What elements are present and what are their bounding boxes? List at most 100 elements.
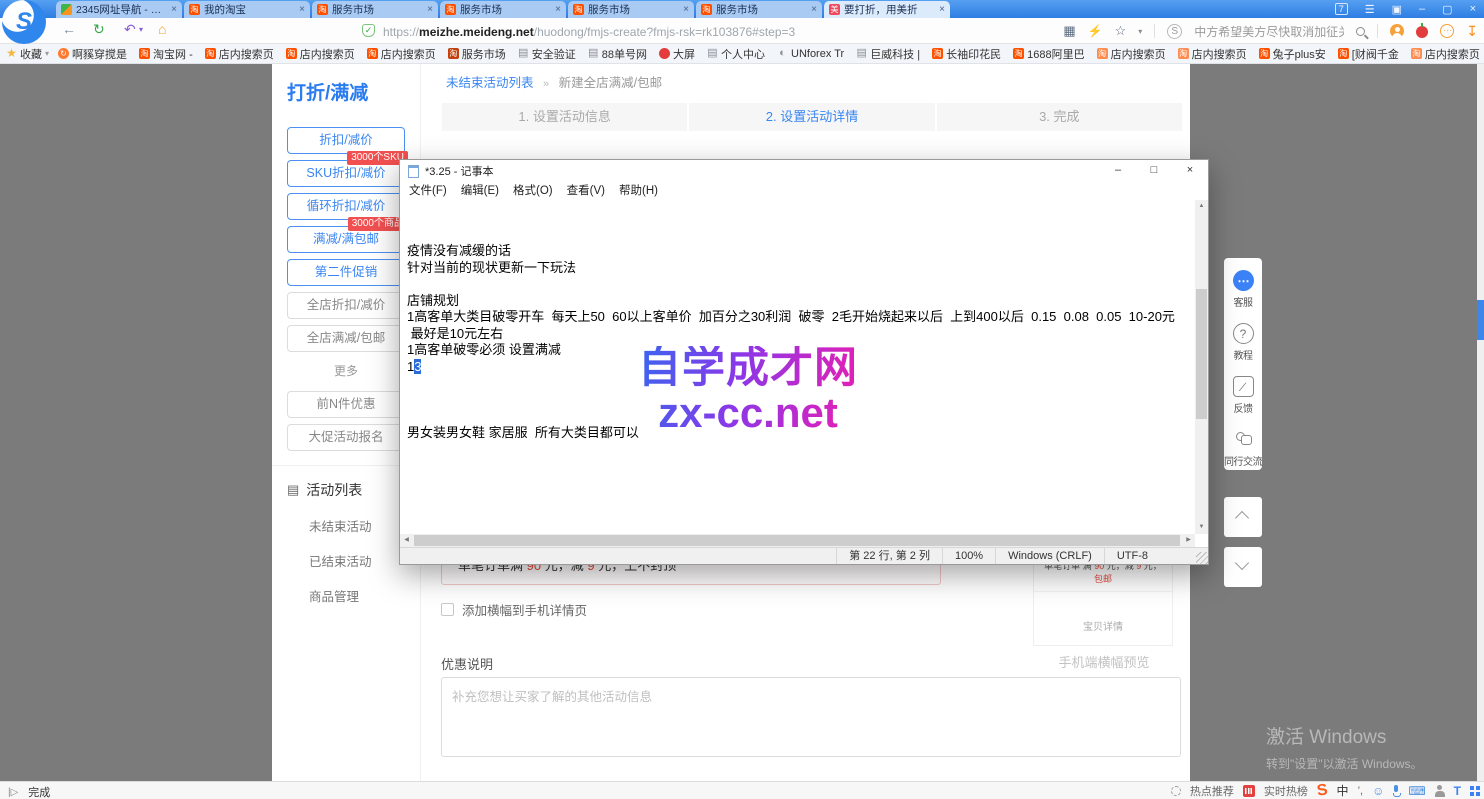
toolbox-grid-icon[interactable]	[1470, 786, 1480, 796]
bookmark-item[interactable]: 淘 服务市场	[448, 46, 509, 62]
scroll-bottom-button[interactable]	[1224, 547, 1262, 587]
maximize-button[interactable]: ▢	[1442, 3, 1452, 16]
tab-close-icon[interactable]: ×	[427, 4, 433, 15]
browser-tab[interactable]: 2345网址导航 - 致力于 ×	[56, 1, 182, 18]
emoji-icon[interactable]: ☺	[1372, 784, 1384, 798]
sidebar-promo-button[interactable]: 折扣/减价	[287, 127, 405, 154]
resize-grip[interactable]	[1196, 552, 1208, 564]
apple-icon[interactable]	[1416, 26, 1428, 38]
skin-icon[interactable]: T	[1454, 784, 1461, 798]
account-avatar-icon[interactable]	[1390, 24, 1404, 38]
bookmark-item[interactable]: 大屏	[659, 46, 698, 62]
sidebar-promo-button[interactable]: 更多	[287, 358, 405, 385]
scroll-down-arrow[interactable]: ▼	[1195, 521, 1208, 534]
bookmark-item[interactable]: ▤ 巨威科技 |	[856, 46, 923, 62]
sidebar-promo-button[interactable]: 满减/满包邮 3000个商品	[287, 226, 405, 253]
hot-recommend-label[interactable]: 热点推荐	[1190, 783, 1234, 799]
note-textarea[interactable]	[441, 677, 1181, 757]
scroll-right-arrow[interactable]: ▶	[1182, 534, 1195, 547]
sidebar-promo-button[interactable]: 循环折扣/减价	[287, 193, 405, 220]
notepad-horizontal-scrollbar[interactable]: ◀ ▶	[400, 534, 1195, 547]
bookmark-item[interactable]: 淘 店内搜索页	[1097, 46, 1169, 62]
page-scrollbar[interactable]	[1477, 64, 1484, 781]
bookmark-item[interactable]: 淘 [财阀千金	[1338, 46, 1402, 62]
sidebar-promo-button[interactable]: 大促活动报名	[287, 424, 405, 451]
browser-tab[interactable]: 美 要打折，用美折 ×	[824, 1, 950, 18]
widget-item[interactable]: ∕ 反馈	[1224, 376, 1262, 415]
microphone-icon[interactable]	[1393, 785, 1399, 797]
bookmark-item[interactable]: ◐ UNforex Tr	[777, 48, 847, 60]
breadcrumb-link[interactable]: 未结束活动列表	[446, 76, 534, 90]
bookmark-item[interactable]: 淘 店内搜索页	[367, 46, 439, 62]
scrollbar-thumb[interactable]	[1477, 300, 1484, 340]
browser-tab[interactable]: 淘 我的淘宝 ×	[184, 1, 310, 18]
widget-item[interactable]: 同行交流	[1224, 429, 1262, 468]
trending-label[interactable]: 实时热榜	[1264, 783, 1308, 799]
bookmark-item[interactable]: ↻ 啊豯穿搅是	[58, 46, 130, 62]
bookmark-item[interactable]: 淘 兔子plus安	[1259, 46, 1329, 62]
scroll-left-arrow[interactable]: ◀	[400, 534, 413, 547]
flash-icon[interactable]: ⚡	[1088, 24, 1103, 38]
sogou-logo[interactable]: S	[2, 0, 46, 44]
tab-close-icon[interactable]: ×	[171, 4, 177, 15]
tab-close-icon[interactable]: ×	[683, 4, 689, 15]
notepad-maximize-button[interactable]: □	[1136, 160, 1172, 182]
minimize-button[interactable]: –	[1419, 3, 1425, 15]
sidebar-promo-button[interactable]: 全店满减/包邮	[287, 325, 405, 352]
bookmark-item[interactable]: ★ 收藏 ▾	[6, 46, 49, 62]
browser-tab[interactable]: 淘 服务市场 ×	[568, 1, 694, 18]
trending-chart-icon[interactable]	[1243, 785, 1255, 797]
refresh-icon[interactable]: ↻	[93, 21, 105, 38]
keyboard-icon[interactable]: ⌨	[1408, 784, 1425, 798]
vertical-scrollbar-thumb[interactable]	[1196, 289, 1207, 419]
bookmark-item[interactable]: 淘 淘宝网 -	[139, 46, 196, 62]
sidebar-promo-button[interactable]: 前N件优惠	[287, 391, 405, 418]
download-icon[interactable]: ↧	[1466, 23, 1478, 40]
notepad-close-button[interactable]: ×	[1172, 160, 1208, 182]
undo-caret-icon[interactable]: ▾	[139, 25, 143, 34]
more-tools-icon[interactable]: ⋯	[1440, 24, 1454, 38]
search-magnifier-icon[interactable]	[1356, 27, 1365, 36]
horizontal-scrollbar-thumb[interactable]	[414, 535, 1180, 546]
qr-code-icon[interactable]: ▦	[1063, 23, 1075, 39]
widget-item[interactable]: ⋯ 客服	[1224, 270, 1262, 309]
back-icon[interactable]: ←	[62, 21, 76, 37]
bookmark-item[interactable]: 淘 1688阿里巴	[1013, 46, 1087, 62]
notepad-title-bar[interactable]: *3.25 - 记事本 – □ ×	[400, 160, 1208, 182]
notepad-menu-item[interactable]: 帮助(H)	[612, 182, 665, 200]
bookmark-item[interactable]: 淘 店内搜索页	[1411, 46, 1483, 62]
bookmark-item[interactable]: 淘 店内搜索页	[1178, 46, 1250, 62]
bookmark-item[interactable]: 淘 长袖印花民	[932, 46, 1004, 62]
bookmark-item[interactable]: ▤ 88单号网	[588, 46, 650, 62]
close-button[interactable]: ×	[1470, 3, 1476, 15]
hot-recommend-icon[interactable]	[1171, 786, 1181, 796]
notepad-minimize-button[interactable]: –	[1100, 160, 1136, 182]
notepad-menu-item[interactable]: 文件(F)	[402, 182, 454, 200]
address-bar[interactable]: https://meizhe.meideng.net/huodong/fmjs-…	[383, 25, 795, 39]
scroll-up-arrow[interactable]: ▲	[1195, 200, 1208, 213]
account-icon[interactable]	[1435, 785, 1445, 797]
search-input[interactable]: 中方希望美方尽快取消加征关	[1194, 23, 1344, 40]
tab-close-icon[interactable]: ×	[811, 4, 817, 15]
scroll-top-button[interactable]	[1224, 497, 1262, 537]
tab-close-icon[interactable]: ×	[939, 4, 945, 15]
star-caret-icon[interactable]: ▾	[1138, 27, 1142, 36]
bookmark-item[interactable]: 淘 店内搜索页	[205, 46, 277, 62]
tab-close-icon[interactable]: ×	[299, 4, 305, 15]
undo-icon[interactable]: ↶	[124, 21, 136, 38]
security-shield-icon[interactable]: ✓	[362, 24, 375, 37]
favorite-star-icon[interactable]: ☆	[1115, 23, 1127, 39]
tab-count-badge[interactable]: 7	[1335, 3, 1348, 15]
home-icon[interactable]: ⌂	[158, 21, 166, 37]
notepad-vertical-scrollbar[interactable]: ▲ ▼	[1195, 200, 1208, 534]
menu-icon[interactable]: ☰	[1365, 3, 1375, 16]
notepad-menu-item[interactable]: 查看(V)	[560, 182, 612, 200]
banner-checkbox[interactable]	[441, 603, 454, 616]
bookmark-item[interactable]: ▤ 个人中心	[707, 46, 768, 62]
widget-item[interactable]: ? 教程	[1224, 323, 1262, 362]
browser-tab[interactable]: 淘 服务市场 ×	[696, 1, 822, 18]
sidebar-promo-button[interactable]: 全店折扣/减价	[287, 292, 405, 319]
sogou-ime-icon[interactable]: S	[1316, 781, 1329, 799]
ime-chinese-mode[interactable]: 中	[1337, 782, 1349, 799]
notepad-menu-item[interactable]: 编辑(E)	[454, 182, 506, 200]
